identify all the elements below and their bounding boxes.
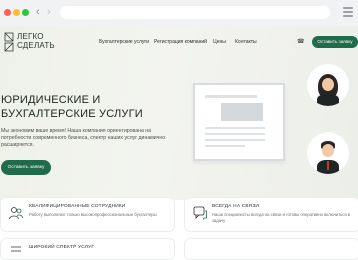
feature-card-services: ШИРОКИЙ СПЕКТР УСЛУГ — [0, 238, 175, 260]
chat-icon — [193, 206, 207, 220]
logo-line2: СДЕЛАТЬ — [17, 40, 55, 50]
people-icon — [9, 207, 23, 220]
nav-item-prices[interactable]: Цены — [213, 39, 226, 45]
minimize-window-button[interactable] — [13, 9, 20, 16]
hero-title: ЮРИДИЧЕСКИЕ И БУХГАЛТЕРСКИЕ УСЛУГИ — [1, 93, 143, 121]
feature-title: КВАЛИФИЦИРОВАННЫЕ СОТРУДНИКИ — [29, 204, 126, 209]
feature-card-contact: ВСЕГДА НА СВЯЗИ Наши специалисты всегда … — [184, 197, 358, 232]
feature-title: ВСЕГДА НА СВЯЗИ — [212, 204, 260, 209]
nav-item-contacts[interactable]: Контакты — [235, 39, 257, 45]
phone-icon[interactable]: ☎ — [297, 38, 304, 45]
nav-item-registration[interactable]: Регистрация компаний — [154, 39, 207, 45]
hero-request-button[interactable]: Оставить заявку — [1, 160, 51, 175]
list-icon — [11, 246, 21, 252]
consultant-avatar-male — [307, 132, 349, 174]
hero-title-line1: ЮРИДИЧЕСКИЕ И — [1, 94, 101, 106]
browser-toolbar: ‹ › — [0, 0, 358, 26]
feature-text: Работу выполняют только высокопрофессион… — [29, 212, 157, 217]
address-bar[interactable] — [60, 6, 330, 19]
hero-description: Мы экономим ваше время! Наша компания ор… — [1, 128, 166, 148]
feature-card-staff: КВАЛИФИЦИРОВАННЫЕ СОТРУДНИКИ Работу выпо… — [0, 197, 175, 232]
logo-mark-icon — [4, 32, 14, 52]
document-illustration — [193, 83, 285, 161]
browser-menu-icon[interactable] — [343, 7, 353, 17]
header-request-button[interactable]: Оставить заявку — [312, 36, 358, 48]
nav-item-accounting[interactable]: Бухгалтерские услуги — [99, 39, 149, 45]
hero-title-line2: БУХГАЛТЕРСКИЕ УСЛУГИ — [1, 108, 143, 120]
forward-icon[interactable]: › — [47, 6, 51, 18]
consultant-avatar-female — [307, 64, 349, 106]
feature-card-empty — [184, 238, 358, 260]
feature-text: Наши специалисты всегда на связи и готов… — [212, 212, 351, 223]
maximize-window-button[interactable] — [22, 9, 29, 16]
close-window-button[interactable] — [4, 9, 11, 16]
logo[interactable]: ЛЕГКО СДЕЛАТЬ — [3, 31, 59, 55]
feature-title: ШИРОКИЙ СПЕКТР УСЛУГ — [29, 245, 95, 250]
back-icon[interactable]: ‹ — [36, 6, 40, 18]
